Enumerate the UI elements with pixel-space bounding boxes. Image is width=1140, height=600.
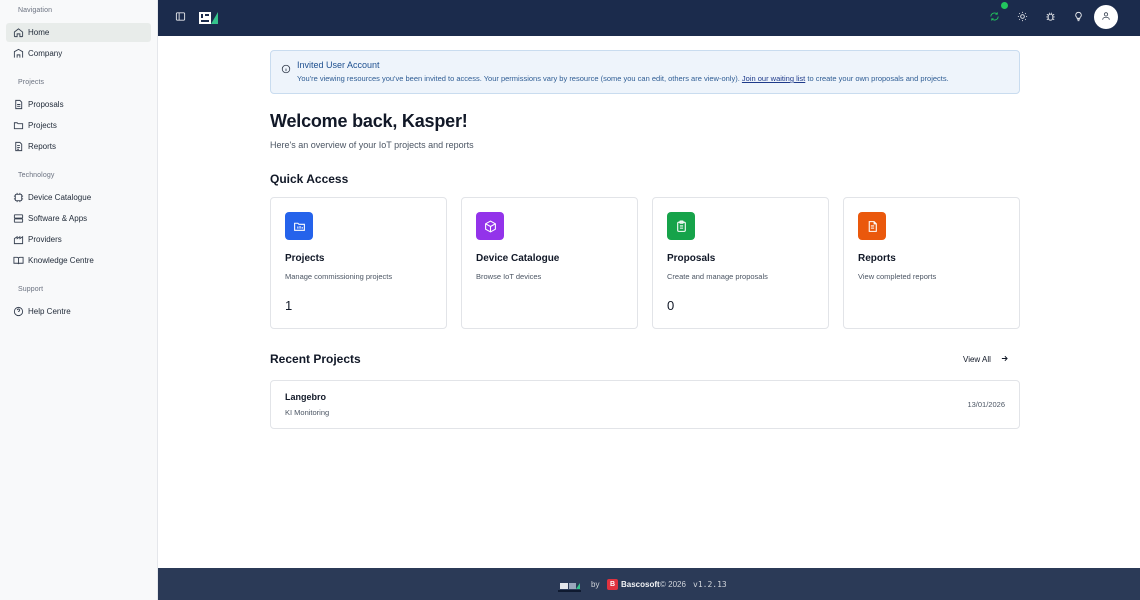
main-content: Invited User Account You're viewing reso…	[158, 36, 1140, 568]
arrow-right-icon	[991, 354, 1009, 365]
device-icon	[13, 192, 24, 203]
sidebar-item-label: Company	[28, 49, 63, 58]
quick-access-title: Quick Access	[270, 172, 349, 186]
user-avatar-button[interactable]	[1094, 5, 1118, 29]
sidebar-item-software-apps[interactable]: Software & Apps	[6, 209, 151, 228]
waiting-list-link[interactable]: Join our waiting list	[742, 74, 805, 83]
quick-access-card-projects[interactable]: Projects Manage commissioning projects 1	[270, 197, 447, 329]
view-all-button[interactable]: View All	[963, 354, 1009, 365]
sync-button[interactable]	[988, 12, 1000, 24]
footer-version: v1.2.13	[693, 580, 727, 589]
sidebar-item-providers[interactable]: Providers	[6, 230, 151, 249]
sidebar-group-support: Support Help Centre	[6, 286, 151, 321]
view-all-label: View All	[963, 355, 991, 364]
sidebar-item-label: Home	[28, 28, 50, 37]
alert-text: You're viewing resources you've been inv…	[297, 74, 740, 83]
footer: by B Bascosoft © 2026 v1.2.13	[158, 568, 1140, 600]
sidebar: Navigation Home Company Projects Proposa…	[0, 0, 158, 600]
card-description: Create and manage proposals	[667, 272, 768, 281]
card-title: Projects	[285, 253, 325, 264]
sidebar-heading: Navigation	[18, 7, 53, 14]
card-title: Device Catalogue	[476, 253, 560, 264]
server-icon	[13, 213, 24, 224]
footer-by: by	[591, 580, 600, 589]
bug-icon	[1045, 9, 1056, 27]
footer-brand[interactable]: Bascosoft	[621, 580, 660, 589]
card-description: Manage commissioning projects	[285, 272, 393, 281]
quick-access-card-proposals[interactable]: Proposals Create and manage proposals 0	[652, 197, 829, 329]
card-title: Reports	[858, 253, 896, 264]
project-date: 13/01/2026	[967, 400, 1005, 409]
sidebar-item-label: Knowledge Centre	[28, 256, 94, 265]
sidebar-item-device-catalogue[interactable]: Device Catalogue	[6, 188, 151, 207]
quick-access-card-reports[interactable]: Reports View completed reports	[843, 197, 1020, 329]
report-bug-button[interactable]	[1044, 12, 1056, 24]
recent-project-row[interactable]: Langebro KI Monitoring 13/01/2026	[270, 380, 1020, 429]
sidebar-item-label: Proposals	[28, 100, 64, 109]
top-bar	[158, 0, 1140, 36]
footer-copyright: © 2026	[660, 580, 686, 589]
bascosoft-logo-icon: B	[607, 579, 618, 590]
card-description: Browse IoT devices	[476, 272, 542, 281]
sync-icon	[989, 9, 1000, 27]
folder-icon	[13, 120, 24, 131]
sidebar-heading: Technology	[18, 172, 55, 179]
report-icon	[858, 212, 886, 240]
sidebar-item-home[interactable]: Home	[6, 23, 151, 42]
page-subtitle: Here's an overview of your IoT projects …	[270, 140, 474, 150]
clipboard-icon	[667, 212, 695, 240]
project-type: KI Monitoring	[285, 408, 330, 417]
sidebar-toggle-button[interactable]	[174, 12, 186, 24]
sidebar-item-label: Help Centre	[28, 307, 71, 316]
company-icon	[13, 48, 24, 59]
document-icon	[13, 99, 24, 110]
quick-access-card-device-catalogue[interactable]: Device Catalogue Browse IoT devices	[461, 197, 638, 329]
sidebar-heading: Projects	[18, 79, 45, 86]
sidebar-item-label: Reports	[28, 142, 57, 151]
card-title: Proposals	[667, 253, 716, 264]
folder-icon	[285, 212, 313, 240]
app-logo[interactable]	[198, 11, 219, 25]
alert-body: You're viewing resources you've been inv…	[297, 74, 949, 83]
sidebar-group-navigation: Navigation Home Company	[6, 7, 151, 63]
recent-projects-title: Recent Projects	[270, 352, 361, 366]
card-count: 1	[285, 298, 293, 313]
home-icon	[13, 27, 24, 38]
sun-icon	[1017, 9, 1028, 27]
sidebar-item-proposals[interactable]: Proposals	[6, 95, 151, 114]
theme-toggle-button[interactable]	[1016, 9, 1028, 27]
sidebar-toggle-icon	[175, 9, 186, 27]
sidebar-item-label: Device Catalogue	[28, 193, 92, 202]
info-icon	[281, 61, 291, 74]
sidebar-item-label: Projects	[28, 121, 57, 130]
footer-app-logo	[558, 579, 581, 592]
help-icon	[13, 306, 24, 317]
page-title: Welcome back, Kasper!	[270, 111, 468, 131]
card-description: View completed reports	[858, 272, 937, 281]
sidebar-item-label: Software & Apps	[28, 214, 88, 223]
providers-icon	[13, 234, 24, 245]
lightbulb-icon	[1073, 9, 1084, 27]
report-icon	[13, 141, 24, 152]
invited-user-alert: Invited User Account You're viewing reso…	[270, 50, 1020, 94]
alert-text: to create your own proposals and project…	[807, 74, 949, 83]
sidebar-item-help-centre[interactable]: Help Centre	[6, 302, 151, 321]
sidebar-item-company[interactable]: Company	[6, 44, 151, 63]
book-icon	[13, 255, 24, 266]
sidebar-item-projects[interactable]: Projects	[6, 116, 151, 135]
sidebar-heading: Support	[18, 286, 44, 293]
user-icon	[1101, 8, 1111, 26]
sidebar-item-reports[interactable]: Reports	[6, 137, 151, 156]
cube-icon	[476, 212, 504, 240]
ideas-button[interactable]	[1072, 9, 1084, 27]
status-indicator	[1001, 2, 1008, 9]
sidebar-item-label: Providers	[28, 235, 62, 244]
sidebar-item-knowledge-centre[interactable]: Knowledge Centre	[6, 251, 151, 270]
sidebar-group-projects: Projects Proposals Projects Reports	[6, 79, 151, 156]
alert-title: Invited User Account	[297, 60, 380, 70]
sidebar-group-technology: Technology Device Catalogue Software & A…	[6, 172, 151, 270]
card-count: 0	[667, 298, 675, 313]
project-name: Langebro	[285, 392, 327, 402]
